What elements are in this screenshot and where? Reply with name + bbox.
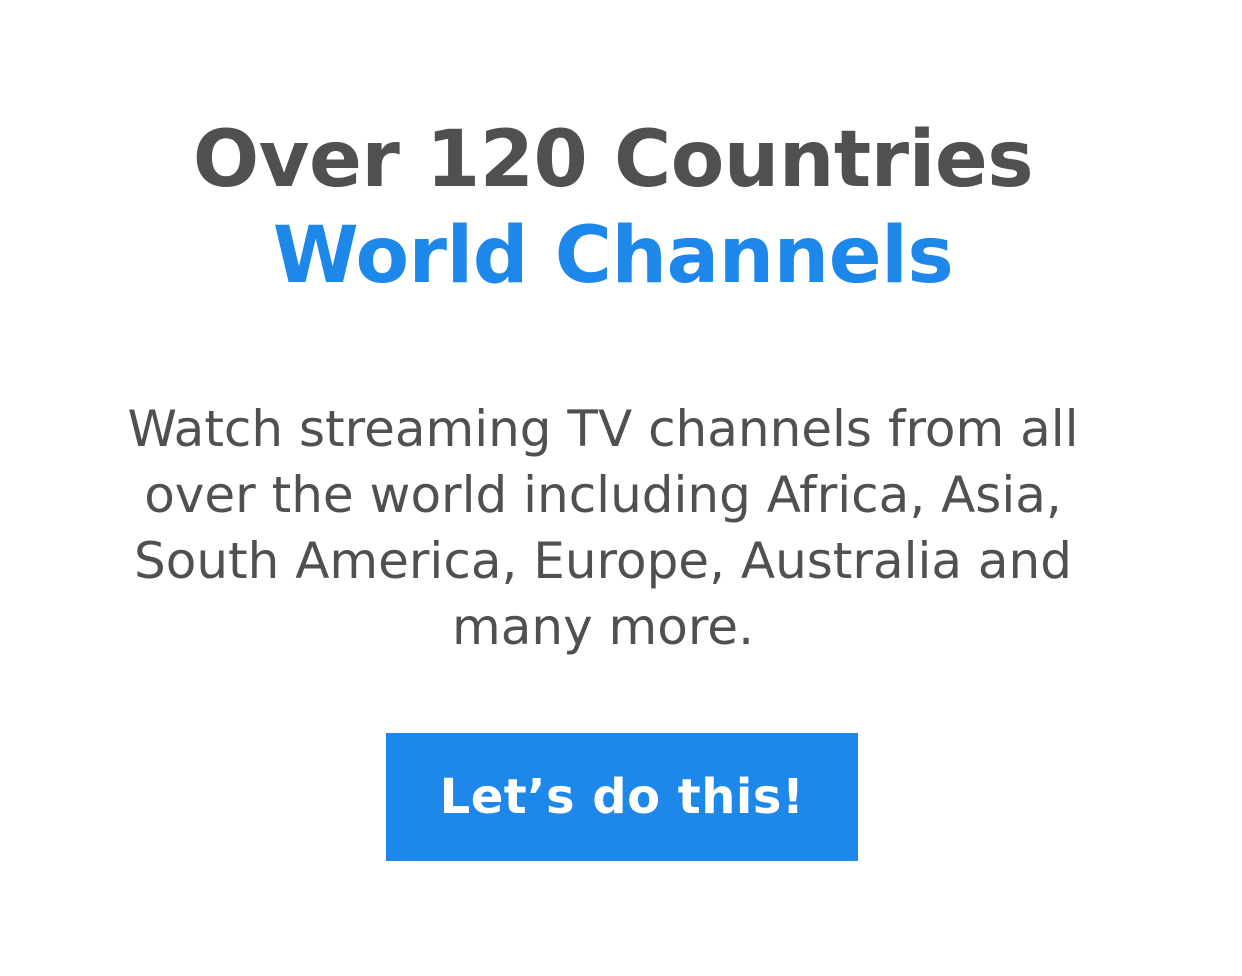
headline-line-countries: Over 120 Countries bbox=[192, 115, 1034, 205]
promo-card: Over 120 Countries World Channels Watch … bbox=[0, 0, 1242, 976]
description-text: Watch streaming TV channels from all ove… bbox=[127, 400, 1079, 656]
headline-line-channels: World Channels bbox=[272, 211, 954, 301]
headline: Over 120 Countries World Channels bbox=[0, 112, 1226, 304]
cta-button[interactable]: Let’s do this! bbox=[386, 733, 858, 861]
